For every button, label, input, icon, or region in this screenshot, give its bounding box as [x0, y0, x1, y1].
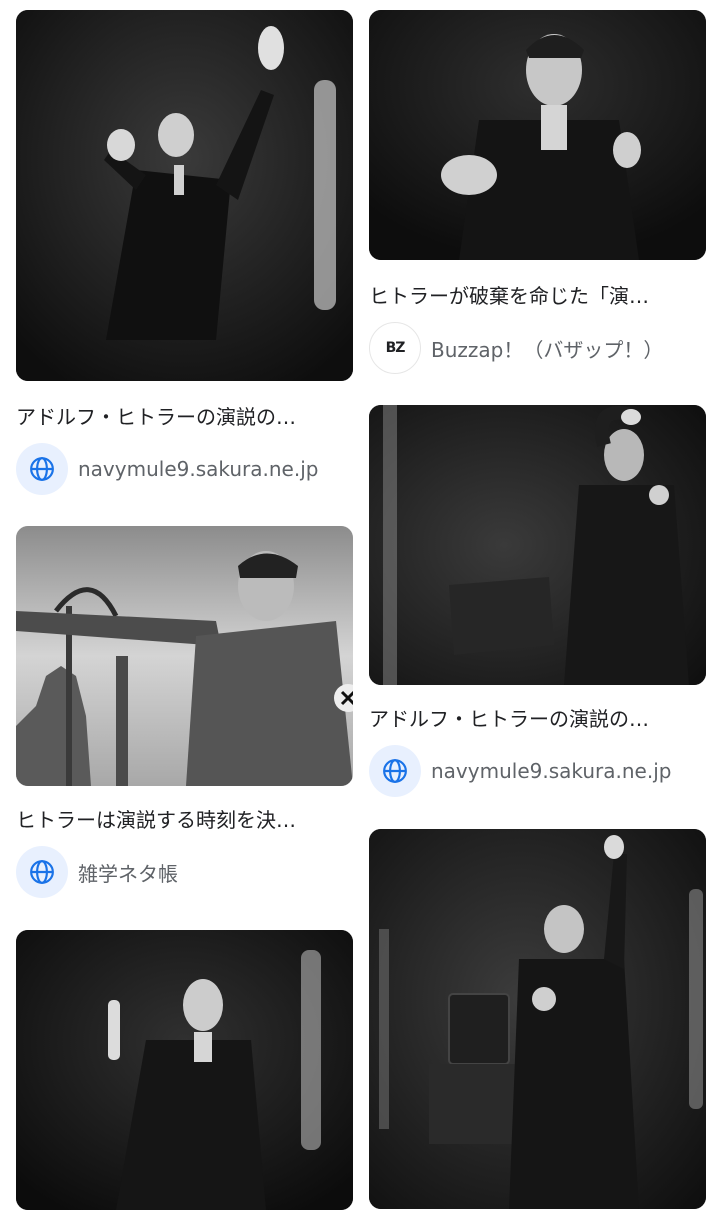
result-image-5-photo	[16, 930, 353, 1210]
result-image-5[interactable]	[16, 930, 353, 1210]
result-image-3[interactable]	[16, 526, 353, 786]
result-image-6-photo	[369, 829, 706, 1209]
result-source-name: Buzzap！（バザップ！）	[431, 337, 664, 362]
result-title-4[interactable]: アドルフ・ヒトラーの演説の…	[369, 707, 706, 731]
globe-icon	[369, 745, 421, 797]
result-image-2-photo	[369, 10, 706, 260]
result-title-1[interactable]: アドルフ・ヒトラーの演説の…	[16, 405, 353, 429]
result-title-3[interactable]: ヒトラーは演説する時刻を決…	[16, 808, 353, 832]
result-image-4-photo	[369, 405, 706, 685]
result-source-name: navymule9.sakura.ne.jp	[431, 759, 672, 783]
result-source-1[interactable]: navymule9.sakura.ne.jp	[16, 443, 318, 495]
result-title-2[interactable]: ヒトラーが破棄を命じた「演…	[369, 284, 706, 308]
result-image-3-photo	[16, 526, 353, 786]
result-source-3[interactable]: 雑学ネタ帳	[16, 846, 178, 898]
result-source-name: navymule9.sakura.ne.jp	[78, 457, 319, 481]
result-source-name: 雑学ネタ帳	[78, 861, 178, 886]
result-image-1-photo	[16, 10, 353, 381]
result-image-1[interactable]	[16, 10, 353, 381]
result-source-2[interactable]: BZ Buzzap！（バザップ！）	[369, 322, 663, 374]
result-image-4[interactable]	[369, 405, 706, 685]
buzzap-logo-text: BZ	[385, 340, 406, 356]
result-image-6[interactable]	[369, 829, 706, 1209]
result-image-2[interactable]	[369, 10, 706, 260]
buzzap-logo-icon: BZ	[369, 322, 421, 374]
globe-icon	[16, 846, 68, 898]
result-source-4[interactable]: navymule9.sakura.ne.jp	[369, 745, 671, 797]
globe-icon	[16, 443, 68, 495]
